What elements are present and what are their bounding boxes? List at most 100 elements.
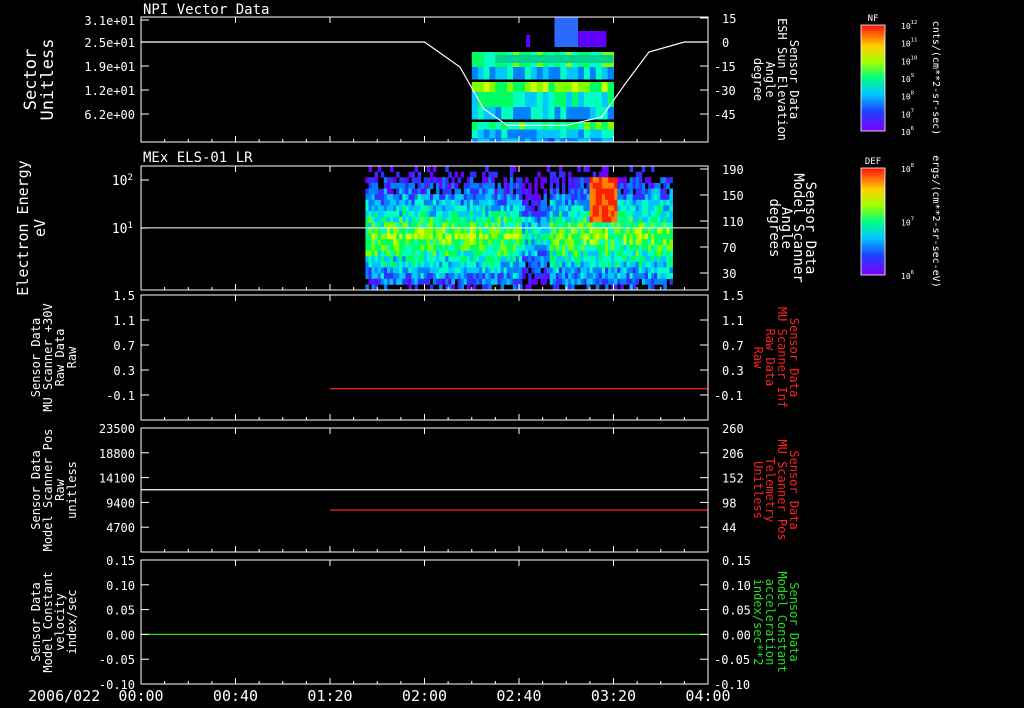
- heatmap-cell: [399, 177, 403, 184]
- heatmap-cell: [629, 284, 634, 291]
- panel-title: NPI Vector Data: [143, 2, 269, 18]
- heatmap-cell: [396, 278, 400, 285]
- heatmap-cell: [457, 267, 462, 274]
- heatmap-cell: [598, 182, 603, 189]
- heatmap-cell: [589, 188, 594, 195]
- heatmap-cell: [561, 177, 566, 184]
- heatmap-cell: [568, 244, 572, 251]
- heatmap-cell: [558, 256, 563, 263]
- heatmap-cell: [500, 199, 505, 206]
- heatmap-cell: [644, 267, 649, 274]
- heatmap-cell: [423, 211, 428, 218]
- heatmap-cell: [629, 182, 634, 189]
- heatmap-cell: [445, 216, 449, 223]
- heatmap-cell: [666, 216, 670, 223]
- heatmap-cell: [565, 244, 569, 251]
- heatmap-cell: [666, 273, 670, 280]
- heatmap-cell: [561, 211, 566, 218]
- y-right-axis-label: degrees: [766, 198, 782, 257]
- heatmap-cell: [657, 239, 661, 246]
- heatmap-cell: [565, 261, 569, 268]
- heatmap-cell: [549, 233, 554, 240]
- heatmap-cell: [515, 273, 520, 280]
- heatmap-cell: [476, 216, 480, 223]
- heatmap-cell: [522, 244, 526, 251]
- heatmap-cell: [396, 267, 400, 274]
- heatmap-cell: [531, 233, 535, 240]
- heatmap-cell: [445, 211, 449, 218]
- heatmap-cell: [641, 273, 646, 280]
- heatmap-cell: [598, 256, 603, 263]
- heatmap-cell: [552, 256, 557, 263]
- heatmap-cell: [638, 273, 643, 280]
- y-axis-label: Electron Energy: [14, 160, 32, 295]
- y-tick-label: 0.05: [106, 604, 135, 618]
- heatmap-cell: [390, 273, 394, 280]
- heatmap-cell: [423, 273, 428, 280]
- heatmap-cell: [534, 194, 538, 201]
- heatmap-cell: [574, 239, 578, 246]
- heatmap-cell: [454, 211, 458, 218]
- heatmap-cell: [497, 182, 501, 189]
- heatmap-cell: [644, 250, 649, 257]
- heatmap-cell: [623, 205, 627, 212]
- heatmap-cell: [368, 216, 372, 223]
- heatmap-cell: [552, 261, 557, 268]
- y-tick-label: -0.05: [99, 653, 135, 667]
- heatmap-cell: [660, 273, 664, 280]
- heatmap-cell: [669, 199, 673, 206]
- heatmap-cell: [393, 199, 397, 206]
- y-tick-label: 1.1: [113, 314, 135, 328]
- heatmap-cell: [558, 194, 563, 201]
- heatmap-cell: [448, 194, 452, 201]
- heatmap-cell: [420, 267, 425, 274]
- heatmap-cell: [583, 67, 591, 80]
- heatmap-cell: [555, 261, 560, 268]
- heatmap-cell: [549, 194, 554, 201]
- time-tick-label: 03:20: [591, 687, 636, 705]
- heatmap-cell: [472, 205, 477, 212]
- heatmap-cell: [601, 67, 609, 80]
- heatmap-cell: [647, 239, 652, 246]
- heatmap-cell: [604, 250, 609, 257]
- heatmap-cell: [451, 239, 455, 246]
- heatmap-cell: [566, 138, 573, 142]
- heatmap-cell: [491, 267, 495, 274]
- heatmap-cell: [614, 194, 618, 201]
- heatmap-cell: [635, 205, 640, 212]
- heatmap-cell: [399, 182, 403, 189]
- heatmap-cell: [489, 129, 496, 139]
- heatmap-cell: [489, 52, 496, 67]
- heatmap-cell: [408, 194, 412, 201]
- heatmap-cell: [549, 256, 554, 263]
- heatmap-cell: [641, 233, 646, 240]
- heatmap-cell: [531, 194, 535, 201]
- heatmap-cell: [543, 273, 548, 280]
- heatmap-cell: [429, 250, 434, 257]
- heatmap-cell: [442, 273, 446, 280]
- heatmap-cell: [371, 244, 376, 251]
- heatmap-cell: [506, 205, 511, 212]
- heatmap-cell: [540, 228, 544, 235]
- heatmap-cell: [451, 273, 455, 280]
- heatmap-cell: [442, 250, 446, 257]
- y-right-tick-label: 1.1: [722, 314, 744, 328]
- heatmap-cell: [429, 261, 434, 268]
- heatmap-cell: [578, 31, 607, 47]
- heatmap-cell: [408, 182, 412, 189]
- heatmap-cell: [482, 261, 486, 268]
- heatmap-cell: [426, 205, 431, 212]
- heatmap-cell: [583, 92, 591, 107]
- heatmap-cell: [641, 166, 646, 173]
- heatmap-cell: [436, 182, 440, 189]
- heatmap-cell: [657, 256, 661, 263]
- heatmap-cell: [592, 278, 597, 285]
- heatmap-cell: [513, 107, 520, 120]
- y-right-tick-label: 44: [722, 521, 736, 535]
- y-right-tick-label: -15: [714, 60, 736, 74]
- heatmap-cell: [632, 228, 637, 235]
- heatmap-cell: [565, 233, 569, 240]
- heatmap-cell: [426, 233, 431, 240]
- heatmap-cell: [500, 205, 505, 212]
- heatmap-cell: [583, 244, 587, 251]
